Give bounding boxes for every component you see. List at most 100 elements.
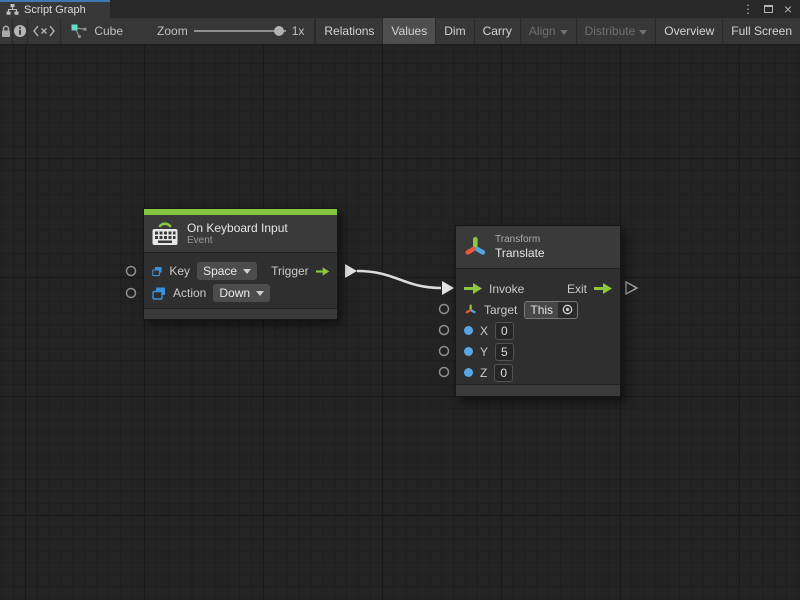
full-screen-label: Full Screen — [731, 24, 792, 38]
z-label: Z — [480, 366, 487, 380]
wires-and-ports — [0, 45, 800, 600]
tab-title: Script Graph — [24, 4, 86, 16]
keyboard-node-body: Key Space Trigger — [144, 253, 337, 308]
x-row: X 0 — [456, 320, 620, 341]
keyboard-node-titles: On Keyboard Input Event — [187, 221, 288, 247]
enum-icon — [152, 265, 162, 278]
key-input-port[interactable] — [127, 267, 136, 276]
wire-trigger-to-invoke[interactable] — [357, 271, 441, 288]
script-graph-window: Script Graph ⋮ × — [0, 0, 800, 600]
lock-button[interactable] — [0, 18, 13, 44]
exit-output-port[interactable] — [626, 282, 637, 294]
window-close-icon[interactable]: × — [780, 1, 796, 17]
keyboard-node-footer — [144, 308, 337, 319]
invoke-label: Invoke — [489, 282, 524, 296]
relations-button[interactable]: Relations — [315, 18, 382, 44]
window-controls: ⋮ × — [740, 0, 800, 18]
action-row: Action Down — [144, 282, 337, 304]
x-value-field[interactable]: 0 — [495, 322, 514, 340]
flow-arrow-icon — [464, 283, 482, 294]
info-icon — [13, 24, 27, 38]
key-label: Key — [169, 264, 190, 278]
x-input-port[interactable] — [440, 326, 449, 335]
tab-script-graph[interactable]: Script Graph — [0, 0, 110, 18]
graph-toolbar: Cube Zoom 1x Relations Values Dim Carry … — [0, 18, 800, 45]
code-preview-button[interactable] — [28, 18, 61, 44]
x-label: X — [480, 324, 488, 338]
translate-node-header[interactable]: Transform Translate — [456, 226, 620, 269]
z-value-field[interactable]: 0 — [494, 364, 513, 382]
overview-label: Overview — [664, 24, 714, 38]
graph-canvas[interactable]: On Keyboard Input Event Key Space — [0, 45, 800, 600]
keyboard-node-header[interactable]: On Keyboard Input Event — [144, 215, 337, 253]
invoke-row: Invoke Exit — [456, 278, 620, 299]
chevron-down-icon — [243, 269, 251, 274]
flow-arrow-icon — [316, 266, 329, 277]
lock-icon — [0, 25, 12, 38]
key-row: Key Space Trigger — [144, 260, 337, 282]
translate-node-body: Invoke Exit Target — [456, 269, 620, 384]
y-input-port[interactable] — [440, 347, 449, 356]
graph-pointer-icon — [71, 24, 88, 39]
relations-label: Relations — [324, 24, 374, 38]
zoom-slider-track — [194, 30, 286, 32]
carry-label: Carry — [483, 24, 512, 38]
on-keyboard-input-node[interactable]: On Keyboard Input Event Key Space — [143, 208, 338, 320]
maximize-glyph — [764, 5, 773, 13]
invoke-input-port[interactable] — [442, 281, 454, 295]
align-label: Align — [529, 24, 556, 38]
window-menu-icon[interactable]: ⋮ — [740, 1, 756, 17]
z-input-port[interactable] — [440, 368, 449, 377]
trigger-label: Trigger — [271, 264, 309, 278]
translate-node-title: Translate — [495, 246, 545, 260]
exit-label: Exit — [567, 282, 587, 296]
target-value: This — [525, 302, 558, 318]
value-port-dot-icon — [464, 368, 473, 377]
overview-button[interactable]: Overview — [655, 18, 722, 44]
y-label: Y — [480, 345, 488, 359]
key-dropdown[interactable]: Space — [197, 262, 257, 280]
chevron-down-icon — [256, 291, 264, 296]
graph-target-name[interactable]: Cube — [94, 24, 123, 38]
values-button[interactable]: Values — [382, 18, 435, 44]
zoom-label: Zoom — [157, 24, 188, 38]
distribute-button[interactable]: Distribute — [576, 18, 656, 44]
action-input-port[interactable] — [127, 289, 136, 298]
chevron-down-icon — [639, 30, 647, 35]
keyboard-event-icon — [151, 220, 179, 247]
y-value-field[interactable]: 5 — [495, 343, 514, 361]
key-value: Space — [203, 264, 237, 278]
z-row: Z 0 — [456, 362, 620, 383]
window-maximize-icon[interactable] — [760, 1, 776, 17]
flow-arrow-icon — [594, 283, 612, 294]
action-dropdown[interactable]: Down — [213, 284, 270, 302]
y-row: Y 5 — [456, 341, 620, 362]
translate-node[interactable]: Transform Translate Invoke Exit — [455, 225, 621, 397]
target-icon — [558, 304, 577, 315]
target-value-chip[interactable]: This — [524, 301, 578, 319]
distribute-label: Distribute — [585, 24, 636, 38]
keyboard-node-title: On Keyboard Input — [187, 221, 288, 235]
graph-tree-icon — [6, 4, 19, 16]
full-screen-button[interactable]: Full Screen — [722, 18, 800, 44]
transform-mini-icon — [464, 303, 477, 316]
enum-icon — [152, 287, 166, 300]
target-label: Target — [484, 303, 517, 317]
target-input-port[interactable] — [440, 305, 449, 314]
carry-button[interactable]: Carry — [474, 18, 520, 44]
zoom-value: 1x — [292, 24, 305, 38]
zoom-slider-handle[interactable] — [274, 26, 284, 36]
keyboard-node-subtitle: Event — [187, 235, 288, 247]
trigger-output-port[interactable] — [345, 264, 357, 278]
target-row: Target This — [456, 299, 620, 320]
dim-label: Dim — [444, 24, 465, 38]
transform-icon — [463, 234, 487, 260]
chevron-down-icon — [560, 30, 568, 35]
code-icon — [33, 25, 55, 37]
info-button[interactable] — [13, 18, 28, 44]
values-label: Values — [391, 24, 427, 38]
zoom-slider[interactable] — [194, 25, 286, 37]
dim-button[interactable]: Dim — [435, 18, 473, 44]
value-port-dot-icon — [464, 326, 473, 335]
align-button[interactable]: Align — [520, 18, 576, 44]
